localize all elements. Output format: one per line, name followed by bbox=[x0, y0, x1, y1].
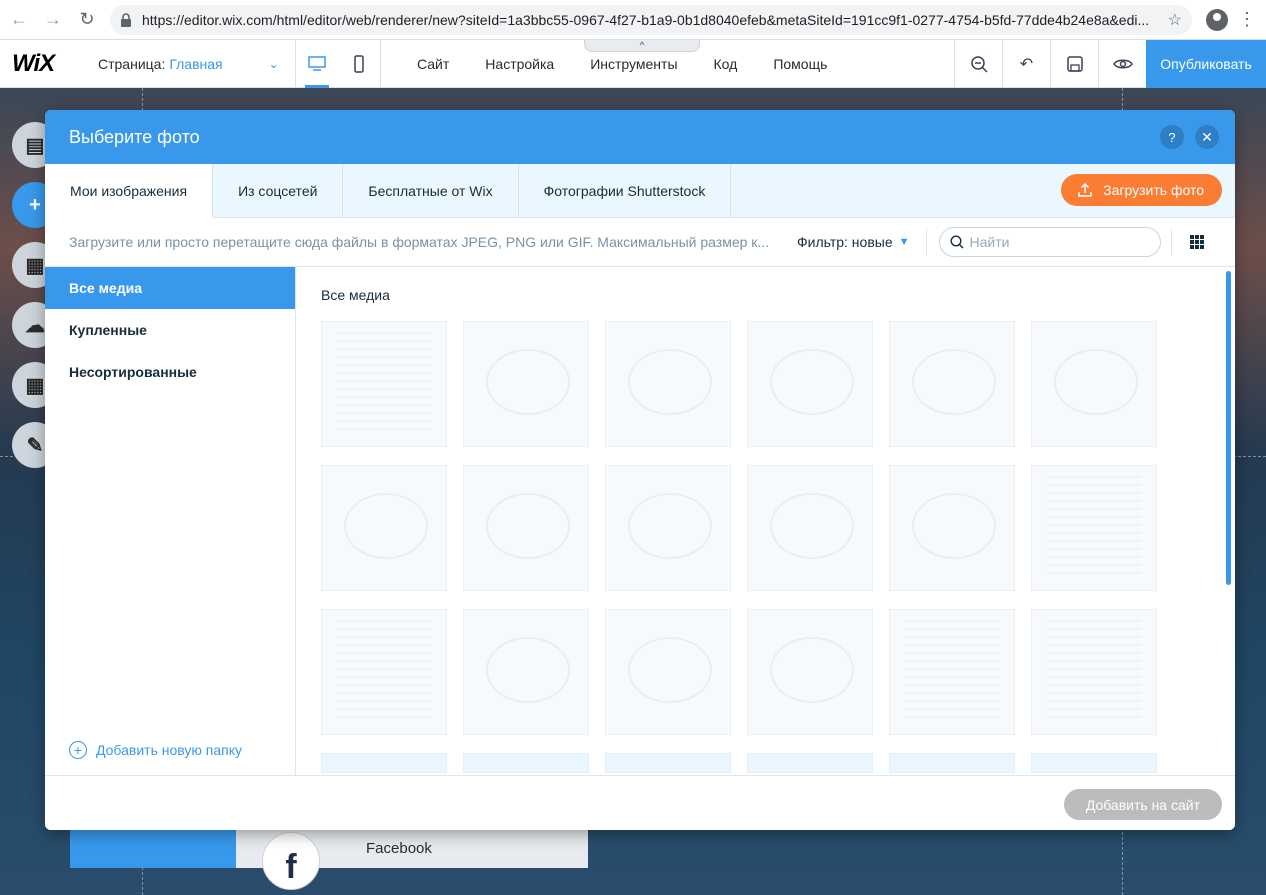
media-thumbnail[interactable] bbox=[463, 753, 589, 773]
tab-my-images[interactable]: Мои изображения bbox=[45, 164, 214, 218]
media-thumbnail[interactable] bbox=[1031, 753, 1157, 773]
media-thumbnail[interactable] bbox=[747, 609, 873, 735]
media-thumbnail[interactable] bbox=[889, 753, 1015, 773]
dialog-header: Выберите фото ? ✕ bbox=[45, 110, 1235, 164]
menu-tools[interactable]: Инструменты bbox=[590, 56, 677, 72]
chevron-down-icon: ⌄ bbox=[268, 56, 279, 71]
plus-circle-icon: + bbox=[69, 741, 87, 759]
media-thumbnail[interactable] bbox=[889, 609, 1015, 735]
wix-logo: WiX bbox=[12, 49, 55, 77]
filter-label: Фильтр: новые bbox=[797, 234, 893, 250]
preview-eye-icon[interactable] bbox=[1098, 39, 1146, 88]
device-switcher bbox=[296, 39, 381, 88]
media-content: Все медиа bbox=[296, 267, 1235, 775]
media-thumbnail[interactable] bbox=[321, 609, 447, 735]
page-selector[interactable]: Страница: Главная ⌄ bbox=[74, 39, 296, 88]
top-bar-collapse-handle[interactable]: ^ bbox=[584, 40, 700, 52]
chevron-down-icon: ▼ bbox=[898, 236, 910, 248]
dialog-body: Все медиа Купленные Несортированные + До… bbox=[45, 267, 1235, 775]
undo-icon[interactable]: ↶ bbox=[1002, 39, 1050, 88]
add-folder-label: Добавить новую папку bbox=[96, 742, 243, 758]
media-thumbnail[interactable] bbox=[321, 465, 447, 591]
zoom-out-icon[interactable] bbox=[954, 39, 1002, 88]
add-folder-button[interactable]: + Добавить новую папку bbox=[69, 741, 242, 759]
dialog-footer: Добавить на сайт bbox=[45, 775, 1235, 830]
media-thumbnail[interactable] bbox=[1031, 609, 1157, 735]
facebook-icon: f bbox=[262, 832, 320, 890]
address-bar[interactable]: https://editor.wix.com/html/editor/web/r… bbox=[110, 4, 1192, 35]
editor-tools: ↶ Опубликовать bbox=[954, 39, 1266, 88]
lock-icon bbox=[121, 12, 131, 27]
menu-settings[interactable]: Настройка bbox=[485, 56, 554, 72]
reload-icon[interactable]: ↻ bbox=[72, 5, 102, 35]
folder-sidebar: Все медиа Купленные Несортированные + До… bbox=[45, 267, 296, 775]
more-menu-icon[interactable]: ⋮ bbox=[1238, 9, 1256, 30]
save-icon[interactable] bbox=[1050, 39, 1098, 88]
menu-code[interactable]: Код bbox=[714, 56, 738, 72]
star-icon[interactable]: ☆ bbox=[1168, 10, 1182, 30]
upload-photo-label: Загрузить фото bbox=[1103, 182, 1204, 198]
close-icon[interactable]: ✕ bbox=[1195, 125, 1219, 149]
folder-all-media[interactable]: Все медиа bbox=[45, 267, 295, 309]
tab-free-wix[interactable]: Бесплатные от Wix bbox=[343, 164, 519, 217]
search-box[interactable] bbox=[938, 227, 1161, 257]
media-thumbnail[interactable] bbox=[605, 321, 731, 447]
back-icon[interactable]: ← bbox=[4, 5, 34, 35]
media-thumbnail[interactable] bbox=[889, 465, 1015, 591]
media-thumbnail[interactable] bbox=[463, 321, 589, 447]
media-thumbnail[interactable] bbox=[463, 609, 589, 735]
desktop-icon[interactable] bbox=[302, 40, 332, 88]
media-thumbnail[interactable] bbox=[463, 465, 589, 591]
dialog-title: Выберите фото bbox=[69, 126, 200, 147]
media-thumbnail[interactable] bbox=[605, 609, 731, 735]
media-thumbnail[interactable] bbox=[1031, 465, 1157, 591]
menu-help[interactable]: Помощь bbox=[773, 56, 827, 72]
content-title: Все медиа bbox=[321, 287, 390, 303]
folder-purchased[interactable]: Купленные bbox=[45, 309, 295, 351]
media-thumbnail[interactable] bbox=[747, 465, 873, 591]
choose-photo-dialog: Выберите фото ? ✕ Мои изображения Из соц… bbox=[45, 110, 1235, 830]
filter-row: Загрузите или просто перетащите сюда фай… bbox=[45, 218, 1235, 267]
source-tabs: Мои изображения Из соцсетей Бесплатные о… bbox=[45, 164, 1235, 218]
media-thumbnail[interactable] bbox=[1031, 321, 1157, 447]
menu-site[interactable]: Сайт bbox=[417, 56, 449, 72]
help-icon[interactable]: ? bbox=[1160, 125, 1184, 149]
social-strip: f Facebook bbox=[70, 828, 588, 890]
media-thumbnail[interactable] bbox=[321, 321, 447, 447]
tab-shutterstock[interactable]: Фотографии Shutterstock bbox=[519, 164, 732, 217]
forward-icon[interactable]: → bbox=[38, 5, 68, 35]
tab-social[interactable]: Из соцсетей bbox=[213, 164, 344, 217]
upload-icon bbox=[1078, 182, 1092, 197]
upload-photo-button[interactable]: Загрузить фото bbox=[1061, 174, 1222, 206]
media-thumbnail[interactable] bbox=[889, 321, 1015, 447]
add-to-site-button[interactable]: Добавить на сайт bbox=[1063, 789, 1222, 820]
filter-dropdown[interactable]: Фильтр: новые ▼ bbox=[797, 234, 910, 250]
scrollbar[interactable] bbox=[1226, 271, 1231, 585]
divider bbox=[925, 229, 927, 255]
search-input[interactable] bbox=[969, 234, 1140, 250]
publish-button[interactable]: Опубликовать bbox=[1146, 39, 1266, 88]
media-grid bbox=[321, 321, 1161, 775]
page-label: Страница: bbox=[98, 55, 166, 72]
url-text: https://editor.wix.com/html/editor/web/r… bbox=[142, 11, 1150, 28]
search-icon bbox=[950, 235, 964, 249]
media-thumbnail[interactable] bbox=[321, 753, 447, 773]
grid-view-icon[interactable] bbox=[1189, 235, 1204, 249]
facebook-label: Facebook bbox=[366, 840, 432, 857]
media-thumbnail[interactable] bbox=[605, 465, 731, 591]
media-thumbnail[interactable] bbox=[605, 753, 731, 773]
account-icon[interactable] bbox=[1206, 8, 1228, 31]
browser-toolbar: ← → ↻ https://editor.wix.com/html/editor… bbox=[0, 0, 1266, 40]
mobile-icon[interactable] bbox=[344, 40, 374, 88]
upload-hint: Загрузите или просто перетащите сюда фай… bbox=[69, 234, 769, 250]
media-thumbnail[interactable] bbox=[747, 321, 873, 447]
page-name: Главная bbox=[169, 55, 223, 72]
divider bbox=[1170, 229, 1172, 255]
folder-unsorted[interactable]: Несортированные bbox=[45, 351, 295, 393]
media-thumbnail[interactable] bbox=[747, 753, 873, 773]
